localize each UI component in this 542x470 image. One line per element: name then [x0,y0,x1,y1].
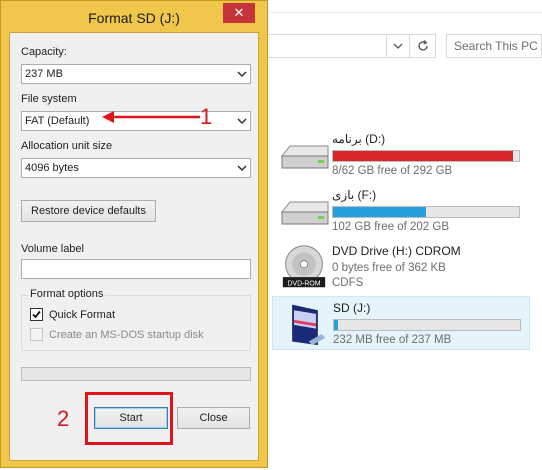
drive-name: بازی (F:) [332,188,377,202]
capacity-select[interactable]: 237 MB [21,64,251,84]
refresh-icon [417,40,428,51]
drive-usage-bar [332,206,520,218]
msdos-startup-checkbox[interactable] [30,328,43,341]
annotation-step-2: 2 [57,406,70,431]
dvd-drive-icon: DVD-ROM [282,245,326,287]
hard-drive-icon [280,201,329,225]
drive-name: SD (J:) [333,301,371,315]
close-icon[interactable]: ✕ [223,3,255,23]
chevron-down-icon [393,43,403,49]
close-button[interactable]: Close [177,407,250,429]
annotation-step-1: 1 [200,104,213,129]
drive-usage-fill [334,320,338,330]
drive-free-text: 232 MB free of 237 MB [333,334,452,346]
drive-free-text: 102 GB free of 202 GB [332,221,449,233]
annotation-highlight-box [85,392,173,445]
volume-label-caption: Volume label [21,243,84,255]
drive-item-d[interactable]: برنامه (D:) 8/62 GB free of 292 GB [272,128,530,182]
drive-usage-bar [332,150,520,162]
search-input[interactable]: Search This PC [446,34,542,58]
msdos-startup-label: Create an MS-DOS startup disk [49,329,204,341]
filesystem-value: FAT (Default) [25,115,90,127]
drive-filesystem-text: CDFS [332,277,364,289]
sd-card-icon [292,304,326,346]
capacity-value: 237 MB [25,68,63,80]
hard-drive-icon [280,145,329,169]
format-options-group: Format options Quick Format Create an MS… [21,288,251,351]
drive-item-f[interactable]: بازی (F:) 102 GB free of 202 GB [272,184,530,238]
drive-name: برنامه (D:) [332,132,386,146]
drive-free-text: 8/62 GB free of 292 GB [332,165,453,177]
allocation-select[interactable]: 4096 bytes [21,158,251,178]
dialog-title-bar[interactable]: Format SD (J:) ✕ [1,1,267,33]
refresh-button[interactable] [410,34,436,58]
allocation-value: 4096 bytes [25,162,79,174]
drive-usage-fill [333,151,514,161]
chevron-down-icon [237,118,247,125]
capacity-label: Capacity: [21,46,67,58]
drive-usage-bar [333,319,521,331]
format-options-label: Format options [28,288,106,300]
volume-label-input[interactable] [21,259,251,279]
format-progress-bar [21,367,251,381]
checkmark-icon [32,310,41,319]
dvd-rom-label: DVD-ROM [288,280,321,287]
ribbon-divider [262,12,542,13]
quick-format-checkbox[interactable] [30,308,43,321]
drive-usage-fill [333,207,426,217]
drive-item-h[interactable]: DVD-ROM DVD Drive (H:) CDROM 0 bytes fre… [272,240,530,294]
drive-name: DVD Drive (H:) CDROM [332,244,461,258]
restore-defaults-button[interactable]: Restore device defaults [21,200,156,222]
address-dropdown-button[interactable] [386,34,410,58]
filesystem-label: File system [21,93,77,105]
allocation-label: Allocation unit size [21,140,113,152]
quick-format-label: Quick Format [49,309,116,321]
drive-item-j[interactable]: SD (J:) 232 MB free of 237 MB [272,296,530,350]
chevron-down-icon [237,71,247,78]
chevron-down-icon [237,165,247,172]
drive-free-text: 0 bytes free of 362 KB [332,262,446,274]
